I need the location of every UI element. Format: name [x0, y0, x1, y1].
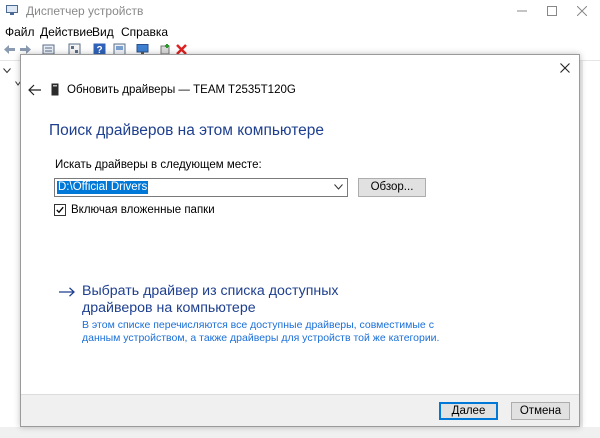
- close-icon: [577, 6, 587, 16]
- device-manager-statusbar: [0, 427, 600, 438]
- browse-button[interactable]: Обзор...: [358, 178, 426, 197]
- search-location-label: Искать драйверы в следующем месте:: [55, 159, 262, 171]
- window-close-button[interactable]: [564, 0, 600, 22]
- update-drivers-dialog: Обновить драйверы — TEAM T2535T120G Поис…: [20, 54, 580, 427]
- menu-bar: Файл Действие Вид Справка: [0, 22, 600, 40]
- chevron-down-icon[interactable]: [3, 68, 11, 74]
- menu-help[interactable]: Справка: [121, 25, 168, 39]
- cancel-button[interactable]: Отмена: [511, 402, 570, 420]
- menu-action[interactable]: Действие: [40, 25, 93, 39]
- menu-file[interactable]: Файл: [5, 25, 35, 39]
- checkmark-icon: [56, 206, 64, 214]
- dialog-footer: Далее Отмена: [21, 394, 579, 426]
- driver-path-combobox[interactable]: D:\Official Drivers: [54, 178, 348, 197]
- chevron-down-icon[interactable]: [334, 184, 343, 190]
- include-subfolders-checkbox[interactable]: [54, 204, 66, 216]
- next-button[interactable]: Далее: [439, 402, 498, 420]
- device-manager-right-edge: [583, 61, 600, 438]
- driver-path-value[interactable]: D:\Official Drivers: [57, 181, 149, 194]
- pick-from-list-link[interactable]: Выбрать драйвер из списка доступных драй…: [82, 283, 412, 317]
- pick-from-list-description: В этом списке перечисляются все доступны…: [82, 319, 440, 344]
- dialog-title: Обновить драйверы — TEAM T2535T120G: [67, 84, 296, 96]
- minimize-icon: [517, 10, 527, 12]
- page-heading: Поиск драйверов на этом компьютере: [49, 122, 324, 139]
- close-icon: [560, 63, 570, 73]
- device-manager-icon: [6, 5, 18, 15]
- dialog-close-button[interactable]: [557, 60, 573, 76]
- device-manager-titlebar: Диспетчер устройств: [0, 0, 600, 22]
- include-subfolders-label[interactable]: Включая вложенные папки: [71, 204, 215, 216]
- back-arrow-icon[interactable]: [3, 43, 16, 56]
- maximize-icon: [547, 6, 557, 16]
- back-arrow-button[interactable]: [28, 84, 42, 96]
- window-title: Диспетчер устройств: [26, 4, 144, 18]
- hardware-device-icon: [51, 83, 59, 96]
- menu-view[interactable]: Вид: [92, 25, 114, 39]
- arrow-right-icon[interactable]: [59, 287, 75, 297]
- device-tree-pane: [0, 61, 21, 438]
